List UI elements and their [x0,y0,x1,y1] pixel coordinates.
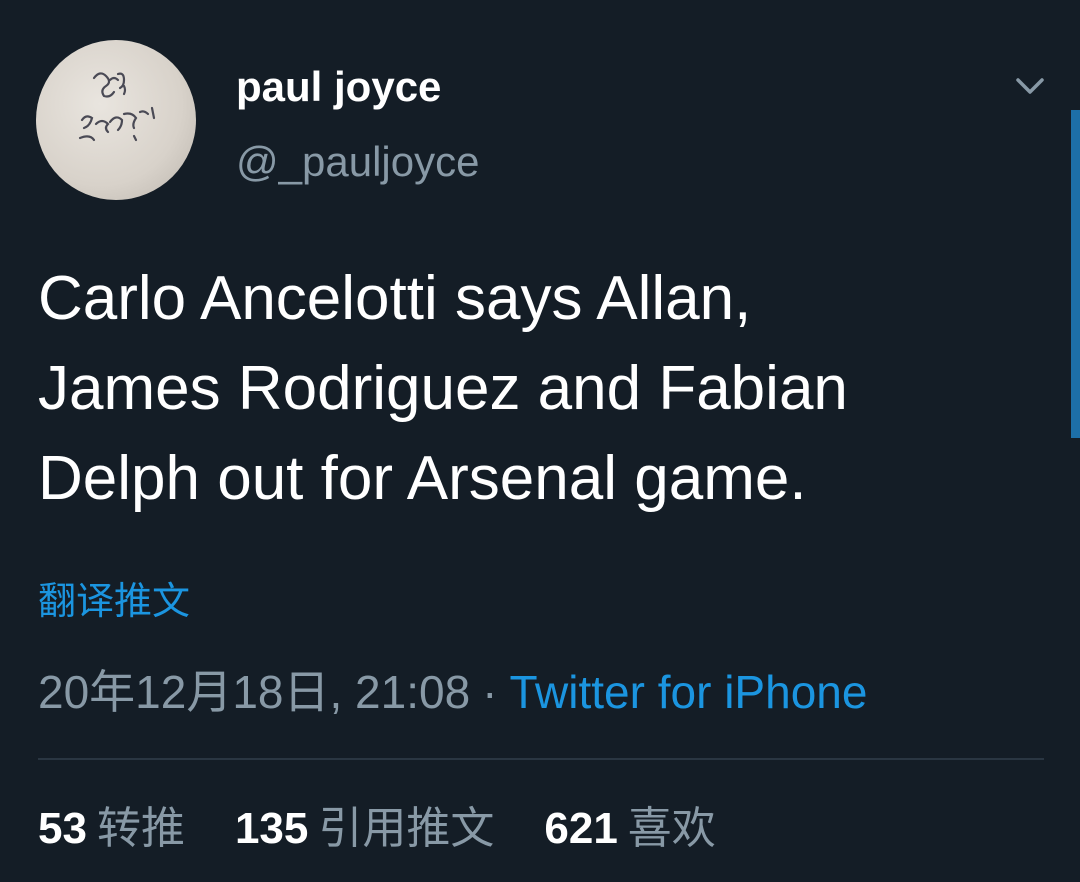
tweet-text-line: Delph out for Arsenal game. [38,444,807,513]
divider [38,758,1044,760]
tweet-text: Carlo Ancelotti says Allan, James Rodrig… [38,254,1048,524]
tweet-text-line: James Rodriguez and Fabian [38,354,848,423]
meta-separator: · [482,666,498,718]
user-handle[interactable]: @_pauljoyce [236,134,479,190]
chevron-down-icon[interactable] [1010,66,1050,106]
retweets-count: 53 [38,804,87,853]
avatar-handwriting-image [78,72,156,142]
timestamp[interactable]: 20年12月18日, 21:08 [38,666,470,718]
tweet-detail: paul joyce @_pauljoyce Carlo Ancelotti s… [0,0,1080,882]
scrollbar[interactable] [1071,110,1080,438]
quote-tweets-count: 135 [234,804,309,853]
likes-label: 喜欢 [627,803,716,854]
quote-tweets-stat[interactable]: 135 引用推文 [235,800,494,858]
tweet-text-line: Carlo Ancelotti says Allan, [38,264,752,333]
quote-tweets-label: 引用推文 [318,803,495,854]
display-name[interactable]: paul joyce [236,58,441,116]
tweet-stats: 53 转推 135 引用推文 621 喜欢 [38,800,752,858]
likes-stat[interactable]: 621 喜欢 [544,800,715,858]
likes-count: 621 [544,804,618,853]
source-link[interactable]: Twitter for iPhone [510,666,868,718]
avatar[interactable] [36,40,196,200]
retweets-label: 转推 [96,803,185,854]
tweet-meta: 20年12月18日, 21:08 · Twitter for iPhone [38,664,867,720]
translate-tweet-link[interactable]: 翻译推文 [38,576,190,626]
retweets-stat[interactable]: 53 转推 [38,800,185,858]
